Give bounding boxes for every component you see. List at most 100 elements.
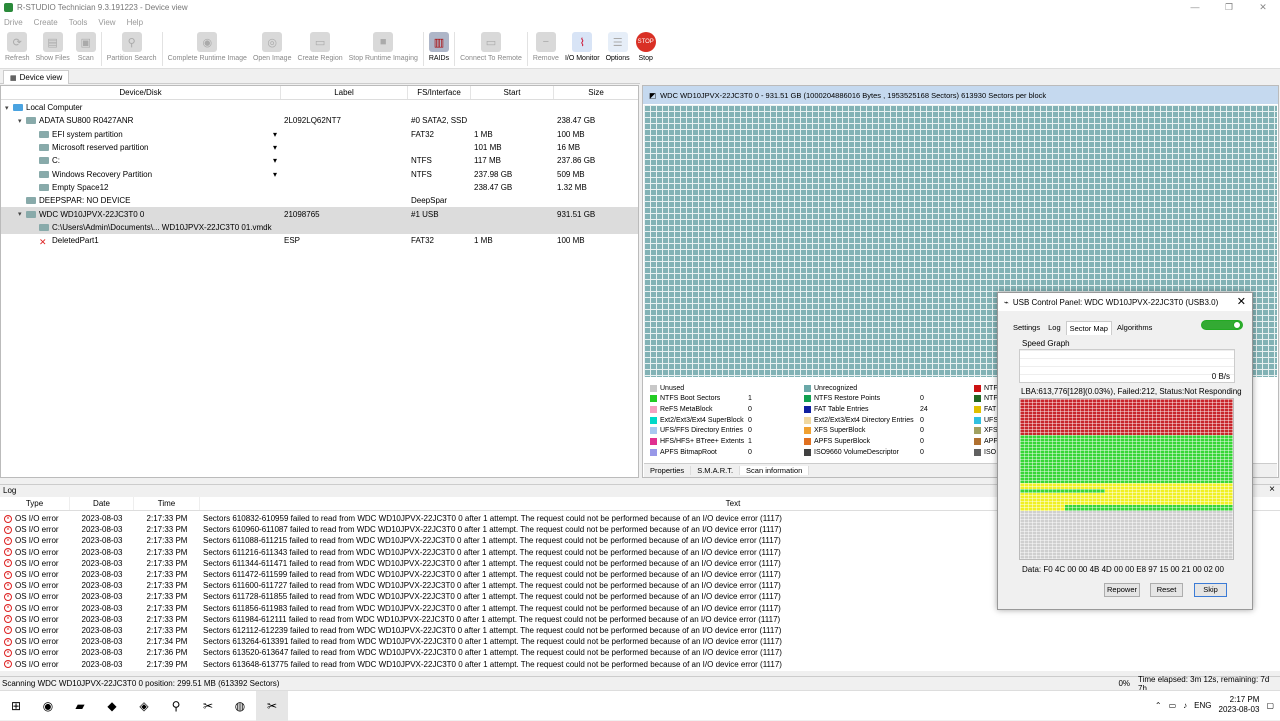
app-blue-icon[interactable]: ◆	[96, 691, 128, 721]
tree-row[interactable]: EFI system partition ▾ FAT32 1 MB 100 MB	[1, 128, 638, 141]
maximize-button[interactable]: ❐	[1212, 0, 1246, 15]
tree-row[interactable]: ▾ ADATA SU800 R0427ANR 2L092LQ62NT7 #0 SATA…	[1, 114, 638, 127]
stop-runtime-imaging-button[interactable]: ■ Stop Runtime Imaging	[346, 29, 421, 67]
expander-icon[interactable]: ▾	[5, 104, 13, 112]
menu-drive[interactable]: Drive	[4, 18, 23, 27]
i-o-monitor-button[interactable]: ⌇ I/O Monitor	[562, 29, 603, 67]
raid-icon: ▥	[428, 32, 449, 52]
log-cell-date: 2023-08-03	[81, 581, 123, 591]
log-cell-time: 2:17:33 PM	[146, 614, 188, 624]
connect-to-remote-button[interactable]: ▭ Connect To Remote	[457, 29, 525, 67]
log-col-date[interactable]: Date	[70, 497, 134, 510]
tree-row[interactable]: C: ▾ NTFS 117 MB 237.86 GB	[1, 154, 638, 167]
language-indicator[interactable]: ENG	[1194, 701, 1211, 710]
log-type-text: OS I/O error	[15, 659, 59, 669]
col-fs-interface[interactable]: FS/Interface	[408, 86, 471, 99]
log-row[interactable]: × OS I/O error 2023-08-03 2:17:34 PM Sectors…	[0, 636, 1280, 647]
complete-runtime-image-button[interactable]: ◉ Complete Runtime Image	[165, 29, 250, 67]
col-start[interactable]: Start	[471, 86, 554, 99]
tree-item-name: Empty Space12	[52, 182, 109, 192]
dropdown-icon[interactable]: ▾	[273, 170, 277, 179]
log-row[interactable]: × OS I/O error 2023-08-03 2:17:36 PM Sectors…	[0, 647, 1280, 658]
col-device-disk[interactable]: Device/Disk	[1, 86, 281, 99]
options-button[interactable]: ☰ Options	[603, 29, 633, 67]
tree-row[interactable]: ✕ DeletedPart1 ESP FAT32 1 MB 100 MB	[1, 234, 638, 247]
stop-button[interactable]: STOP Stop	[633, 29, 659, 67]
rstudio-app-icon[interactable]: ✂	[192, 691, 224, 721]
scan-button[interactable]: ▣ Scan	[73, 29, 99, 67]
log-cell-text: Sectors 612112-612239 failed to read fro…	[203, 625, 782, 635]
tree-row[interactable]: C:\Users\Admin\Documents\... WD10JPVX-22…	[1, 220, 638, 234]
col-label[interactable]: Label	[281, 86, 408, 99]
notification-icon[interactable]: ▢	[1266, 701, 1274, 710]
minimize-button[interactable]: —	[1178, 0, 1212, 15]
tree-cell-start	[471, 221, 554, 234]
log-cell-type: × OS I/O error	[0, 615, 70, 624]
dialog-close-icon[interactable]: ✕	[1237, 295, 1246, 308]
dropdown-icon[interactable]: ▾	[273, 156, 277, 165]
close-button[interactable]: ✕	[1246, 0, 1280, 15]
tree-row[interactable]: Microsoft reserved partition ▾ 101 MB 16 MB	[1, 141, 638, 154]
show-files-button[interactable]: ▤ Show Files	[33, 29, 73, 67]
chrome-icon[interactable]: ◍	[224, 691, 256, 721]
file-explorer-icon[interactable]: ▰	[64, 691, 96, 721]
tree-cell-size: 238.47 GB	[557, 116, 596, 126]
log-row[interactable]: × OS I/O error 2023-08-03 2:17:33 PM Sectors…	[0, 614, 1280, 625]
col-size[interactable]: Size	[554, 86, 638, 99]
tab-smart[interactable]: S.M.A.R.T.	[691, 466, 741, 475]
tray-chevron-icon[interactable]: ⌃	[1155, 701, 1162, 710]
rstudio-active-icon[interactable]: ✂	[256, 690, 288, 721]
legend-label: XFS	[984, 427, 998, 435]
start-icon[interactable]: ⊞	[0, 691, 32, 721]
skip-button[interactable]: Skip	[1194, 583, 1227, 597]
expander-icon[interactable]: ▾	[18, 117, 26, 125]
app-green-icon[interactable]: ◈	[128, 691, 160, 721]
dropdown-icon[interactable]: ▾	[273, 143, 277, 152]
tab-log[interactable]: Log	[1045, 321, 1064, 335]
tree-row[interactable]: ▾ Local Computer	[1, 101, 638, 114]
menu-view[interactable]: View	[98, 18, 115, 27]
tree-row[interactable]: DEEPSPAR: NO DEVICE DeepSpar	[1, 194, 638, 207]
legend-count: 24	[920, 405, 928, 413]
tab-settings[interactable]: Settings	[1010, 321, 1043, 335]
tab-scan-information[interactable]: Scan information	[740, 466, 810, 475]
refresh-button[interactable]: ⟳ Refresh	[2, 29, 33, 67]
expander-icon[interactable]: ▾	[18, 210, 26, 218]
reset-button[interactable]: Reset	[1150, 583, 1183, 597]
remove-button[interactable]: − Remove	[530, 29, 562, 67]
firefox-icon[interactable]: ◉	[32, 691, 64, 721]
tab-properties[interactable]: Properties	[644, 466, 692, 475]
create-region-button[interactable]: ▭ Create Region	[294, 29, 345, 67]
log-close-icon[interactable]: ×	[1269, 484, 1275, 496]
tree-cell-fs: #0 SATA2, SSD	[411, 116, 468, 126]
tree-row[interactable]: Empty Space12 238.47 GB 1.32 MB	[1, 181, 638, 194]
log-col-type[interactable]: Type	[0, 497, 70, 510]
partition-search-button[interactable]: ⚲ Partition Search	[104, 29, 160, 67]
tab-sector-map[interactable]: Sector Map	[1065, 321, 1112, 335]
disk-map-header: ◩ WDC WD10JPVX-22JC3T0 0 - 931.51 GB (10…	[643, 86, 1278, 104]
tree-row[interactable]: Windows Recovery Partition ▾ NTFS 237.98 GB…	[1, 167, 638, 180]
open-image-button[interactable]: ◎ Open Image	[250, 29, 295, 67]
menu-tools[interactable]: Tools	[69, 18, 88, 27]
log-row[interactable]: × OS I/O error 2023-08-03 2:17:39 PM Sectors…	[0, 658, 1280, 669]
drive-icon	[39, 130, 49, 138]
clock[interactable]: 2:17 PM 2023-08-03	[1219, 695, 1260, 715]
tab-algorithms[interactable]: Algorithms	[1114, 321, 1155, 335]
menu-help[interactable]: Help	[127, 18, 143, 27]
log-col-time[interactable]: Time	[134, 497, 200, 510]
log-type-text: OS I/O error	[15, 547, 59, 557]
dropdown-icon[interactable]: ▾	[273, 130, 277, 139]
tree-cell-fs: #1 USB	[411, 209, 439, 219]
power-toggle[interactable]	[1201, 320, 1243, 330]
menu-create[interactable]: Create	[34, 18, 58, 27]
raids-button[interactable]: ▥ RAIDs	[426, 29, 452, 67]
toolbar-label: Remove	[532, 55, 559, 62]
magnifier-icon[interactable]: ⚲	[160, 691, 192, 721]
volume-icon[interactable]: ♪	[1183, 701, 1187, 710]
tree-row[interactable]: ▾ WDC WD10JPVX-22JC3T0 0 21098765 #1 USB 931…	[1, 207, 638, 221]
tree-cell-start	[471, 194, 554, 207]
log-row[interactable]: × OS I/O error 2023-08-03 2:17:33 PM Sectors…	[0, 625, 1280, 636]
tab-device-view[interactable]: ▦ Device view	[3, 70, 70, 84]
network-icon[interactable]: ▭	[1169, 701, 1177, 710]
repower-button[interactable]: Repower	[1104, 583, 1140, 597]
